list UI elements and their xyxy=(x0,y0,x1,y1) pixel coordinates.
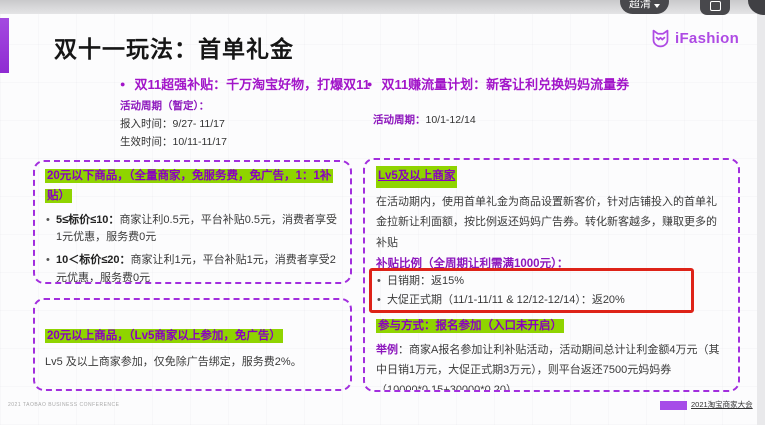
right-box-paragraph: 在活动期内，使用首单礼金为商品设置新客价，针对店铺投入的首单礼金拉新让利面额，按… xyxy=(376,192,727,254)
quality-button[interactable]: 超清 xyxy=(620,0,669,14)
list-item: 日销期：返15% xyxy=(376,272,727,291)
left-box2-body: Lv5 及以上商家参加，仅免除广告绑定，服务费2%。 xyxy=(45,354,340,372)
ifashion-logo: iFashion xyxy=(650,28,739,49)
page-title: 双十一玩法：首单礼金 xyxy=(54,30,294,64)
left-section-heading: 双11超强补贴：千万淘宝好物，打爆双11 xyxy=(120,74,370,93)
caret-down-icon xyxy=(654,4,660,8)
right-detail-box: Lv5及以上商家 在活动期内，使用首单礼金为商品设置新客价，针对店铺投入的首单礼… xyxy=(363,158,740,392)
join-method-row: 参与方式：报名参加（入口未开启） xyxy=(376,317,727,337)
title-accent-bar xyxy=(0,18,9,73)
left-period-block: 活动周期（暂定）： 报入时间：9/27- 11/17 生效时间：10/11-11… xyxy=(120,97,227,151)
footer-conference-cn: 2021淘宝商家大会 xyxy=(691,399,753,410)
list-item: 5≤标价≤10：商家让利0.5元，平台补贴0.5元，消费者享受1元优惠，服务费0… xyxy=(45,212,340,248)
right-period-value: 10/1-12/14 xyxy=(426,114,476,126)
subsidy-ratio-label: 补贴比例（全周期让利需满1000元）： xyxy=(376,255,727,271)
price-range-bold: 10＜标价≤20： xyxy=(56,254,131,266)
quality-button-label: 超清 xyxy=(629,0,651,11)
right-period-label: 活动周期： xyxy=(373,114,426,126)
subsidy-ratio-list: 日销期：返15% 大促正式期（11/1-11/11 & 12/12-12/14）… xyxy=(376,272,727,310)
ifashion-cat-icon xyxy=(650,28,671,49)
left-box-under-20: 20元以下商品，（全量商家，免服务费，免广告，1：1补贴） 5≤标价≤10：商家… xyxy=(33,160,352,284)
price-range-bold: 5≤标价≤10： xyxy=(56,214,119,226)
list-item: 10＜标价≤20：商家让利1元，平台补贴1元，消费者享受2元优惠，服务费0元 xyxy=(45,252,340,284)
left-period-line: 生效时间：10/11-11/17 xyxy=(120,133,227,151)
right-section-heading: 双11赚流量计划：新客让利兑换妈妈流量券 xyxy=(367,74,629,93)
left-box2-highlight: 20元以上商品，（Lv5商家以上参加，免广告） xyxy=(45,329,283,343)
fullscreen-icon xyxy=(710,1,721,11)
left-box1-highlight: 20元以下商品，（全量商家，免服务费，免广告，1：1补贴） xyxy=(45,169,333,203)
fullscreen-button[interactable] xyxy=(700,0,730,15)
join-method-highlight: 参与方式：报名参加（入口未开启） xyxy=(376,319,564,333)
example-prefix: 举例 xyxy=(376,344,398,356)
left-period-label: 活动周期（暂定）： xyxy=(120,97,227,115)
list-item: 大促正式期（11/1-11/11 & 12/12-12/14）：返20% xyxy=(376,291,727,310)
lv5-merchant-tag: Lv5及以上商家 xyxy=(376,166,457,188)
slide: 双十一玩法：首单礼金 iFashion 双11超强补贴：千万淘宝好物，打爆双11… xyxy=(0,14,757,425)
ifashion-logo-text: iFashion xyxy=(675,30,739,47)
footer-conference-en: 2021 TAOBAO BUSINESS CONFERENCE xyxy=(8,402,119,408)
footer-purple-swatch xyxy=(660,401,687,410)
example-body: ：商家A报名参加让利补贴活动，活动期间总计让利金额4万元（其中日销1万元，大促正… xyxy=(376,344,719,392)
right-period-block: 活动周期：10/1-12/14 xyxy=(373,110,476,128)
example-paragraph: 举例：商家A报名参加让利补贴活动，活动期间总计让利金额4万元（其中日销1万元，大… xyxy=(376,341,727,392)
left-box-over-20: 20元以上商品，（Lv5商家以上参加，免广告） Lv5 及以上商家参加，仅免除广… xyxy=(33,298,352,391)
left-period-line: 报入时间：9/27- 11/17 xyxy=(120,115,227,133)
